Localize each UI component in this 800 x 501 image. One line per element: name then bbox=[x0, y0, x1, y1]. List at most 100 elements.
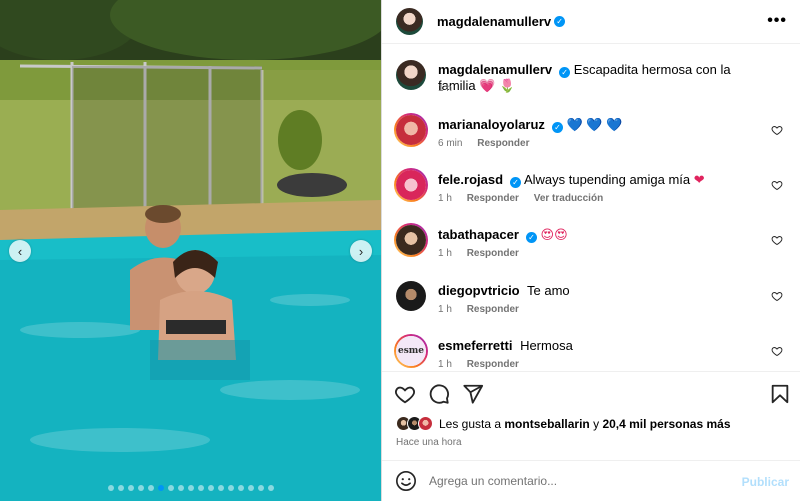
comments-list[interactable]: magdalenamullerv ✓ Escapadita hermosa con… bbox=[382, 45, 800, 371]
carousel-dot bbox=[167, 485, 174, 491]
comment-composer: Publicar bbox=[382, 460, 800, 501]
post-time[interactable]: Hace una hora bbox=[396, 437, 462, 448]
comment-input[interactable] bbox=[429, 474, 729, 488]
caption-text: magdalenamullerv ✓ Escapadita hermosa con… bbox=[438, 62, 768, 94]
comment-username[interactable]: fele.rojasd bbox=[438, 172, 503, 187]
verified-badge-icon: ✓ bbox=[554, 16, 566, 27]
caption-avatar[interactable] bbox=[396, 60, 426, 90]
verified-badge-icon: ✓ bbox=[559, 67, 571, 78]
carousel-dot bbox=[247, 485, 254, 491]
liker-username[interactable]: montseballarin bbox=[504, 417, 589, 431]
comment-emojis: ❤ bbox=[693, 172, 705, 187]
pool-scene-illustration bbox=[0, 0, 381, 501]
carousel-dot bbox=[217, 485, 224, 491]
like-comment-heart-icon[interactable] bbox=[771, 234, 783, 246]
reply-button[interactable]: Responder bbox=[467, 304, 519, 315]
caption-emojis: 💗 🌷 bbox=[479, 78, 516, 93]
carousel-dot bbox=[257, 485, 264, 491]
comment-body: Hermosa bbox=[520, 338, 573, 353]
comment-body: Always tupending amiga mía bbox=[523, 172, 691, 187]
commenter-avatar[interactable] bbox=[396, 115, 426, 145]
comment-meta: 1 h Responder bbox=[438, 359, 531, 370]
comment-bubble-icon[interactable] bbox=[428, 383, 450, 405]
chevron-right-icon: › bbox=[358, 243, 364, 259]
carousel-dot bbox=[177, 485, 184, 491]
comment-time: 1 h bbox=[438, 304, 452, 315]
comment-text: fele.rojasd ✓ Always tupending amiga mía … bbox=[438, 172, 768, 188]
post-photo[interactable]: ‹ › bbox=[0, 0, 381, 501]
reply-button[interactable]: Responder bbox=[467, 359, 519, 370]
commenter-avatar[interactable]: esme bbox=[396, 336, 426, 366]
carousel-dot bbox=[197, 485, 204, 491]
caption-meta: 1 h bbox=[438, 83, 464, 94]
reply-button[interactable]: Responder bbox=[477, 138, 529, 149]
commenter-avatar[interactable] bbox=[396, 281, 426, 311]
comment-time: 1 h bbox=[438, 359, 452, 370]
comment-username[interactable]: marianaloyolaruz bbox=[438, 117, 545, 132]
owner-username[interactable]: magdalenamullerv bbox=[437, 14, 551, 29]
comment-text: marianaloyolaruz ✓ 💙 💙 💙 bbox=[438, 117, 768, 133]
comment-username[interactable]: diegopvtricio bbox=[438, 283, 520, 298]
carousel-dot bbox=[237, 485, 244, 491]
verified-badge-icon: ✓ bbox=[525, 232, 537, 243]
comment-username[interactable]: tabathapacer bbox=[438, 227, 519, 242]
owner-avatar[interactable] bbox=[396, 8, 423, 35]
like-heart-icon[interactable] bbox=[394, 383, 416, 405]
carousel-dot bbox=[227, 485, 234, 491]
carousel-dot bbox=[147, 485, 154, 491]
likes-count[interactable]: 20,4 mil personas más bbox=[602, 417, 730, 431]
carousel-dot bbox=[207, 485, 214, 491]
like-comment-heart-icon[interactable] bbox=[771, 179, 783, 191]
reply-button[interactable]: Responder bbox=[467, 248, 519, 259]
see-translation-button[interactable]: Ver traducción bbox=[534, 193, 603, 204]
comment-time: 1 h bbox=[438, 248, 452, 259]
emoji-smile-icon[interactable] bbox=[395, 470, 417, 492]
avatar-logo-text: esme bbox=[397, 346, 425, 356]
comment-meta: 1 h Responder bbox=[438, 248, 531, 259]
carousel-dot bbox=[127, 485, 134, 491]
chevron-left-icon: ‹ bbox=[17, 243, 23, 259]
carousel-dot bbox=[267, 485, 274, 491]
liker-avatar bbox=[418, 416, 433, 431]
comment-body: Te amo bbox=[527, 283, 570, 298]
comment-time: 1 h bbox=[438, 193, 452, 204]
verified-badge-icon: ✓ bbox=[551, 122, 563, 133]
like-comment-heart-icon[interactable] bbox=[771, 345, 783, 357]
carousel-dot bbox=[117, 485, 124, 491]
comment-emojis: 😍😍 bbox=[540, 227, 568, 242]
comment-text: tabathapacer ✓ 😍😍 bbox=[438, 227, 768, 243]
save-bookmark-icon[interactable] bbox=[769, 383, 791, 405]
carousel-dot bbox=[187, 485, 194, 491]
next-photo-button[interactable]: › bbox=[350, 240, 372, 262]
publish-button[interactable]: Publicar bbox=[742, 475, 789, 489]
like-comment-heart-icon[interactable] bbox=[771, 290, 783, 302]
previous-photo-button[interactable]: ‹ bbox=[9, 240, 31, 262]
commenter-avatar[interactable] bbox=[396, 225, 426, 255]
share-send-icon[interactable] bbox=[462, 383, 484, 405]
caption-username[interactable]: magdalenamullerv bbox=[438, 62, 552, 77]
comment-time: 6 min bbox=[438, 138, 463, 149]
carousel-dot bbox=[157, 485, 164, 491]
carousel-dot bbox=[137, 485, 144, 491]
post-detail-panel: magdalenamullerv ✓ ••• magdalenamullerv ✓… bbox=[381, 0, 800, 501]
post-header: magdalenamullerv ✓ ••• bbox=[382, 0, 800, 44]
comment-meta: 1 h Responder Ver traducción bbox=[438, 193, 615, 204]
likes-text: Les gusta a montseballarin y 20,4 mil pe… bbox=[439, 417, 731, 431]
likes-connector: y bbox=[593, 416, 600, 431]
post-actions: Les gusta a montseballarin y 20,4 mil pe… bbox=[382, 371, 800, 459]
caption-time: 1 h bbox=[438, 83, 452, 94]
comment-text: diegopvtricio Te amo bbox=[438, 283, 768, 299]
comment-emojis: 💙 💙 💙 bbox=[566, 117, 623, 132]
comment-username[interactable]: esmeferretti bbox=[438, 338, 512, 353]
reply-button[interactable]: Responder bbox=[467, 193, 519, 204]
comment-text: esmeferretti Hermosa bbox=[438, 338, 768, 354]
more-options-icon[interactable]: ••• bbox=[767, 12, 787, 30]
carousel-indicator bbox=[0, 485, 381, 491]
commenter-avatar[interactable] bbox=[396, 170, 426, 200]
comment-meta: 6 min Responder bbox=[438, 138, 541, 149]
carousel-dot bbox=[107, 485, 114, 491]
verified-badge-icon: ✓ bbox=[510, 177, 522, 188]
like-comment-heart-icon[interactable] bbox=[771, 124, 783, 136]
likes-summary[interactable]: Les gusta a montseballarin y 20,4 mil pe… bbox=[396, 416, 731, 431]
comment-meta: 1 h Responder bbox=[438, 304, 531, 315]
